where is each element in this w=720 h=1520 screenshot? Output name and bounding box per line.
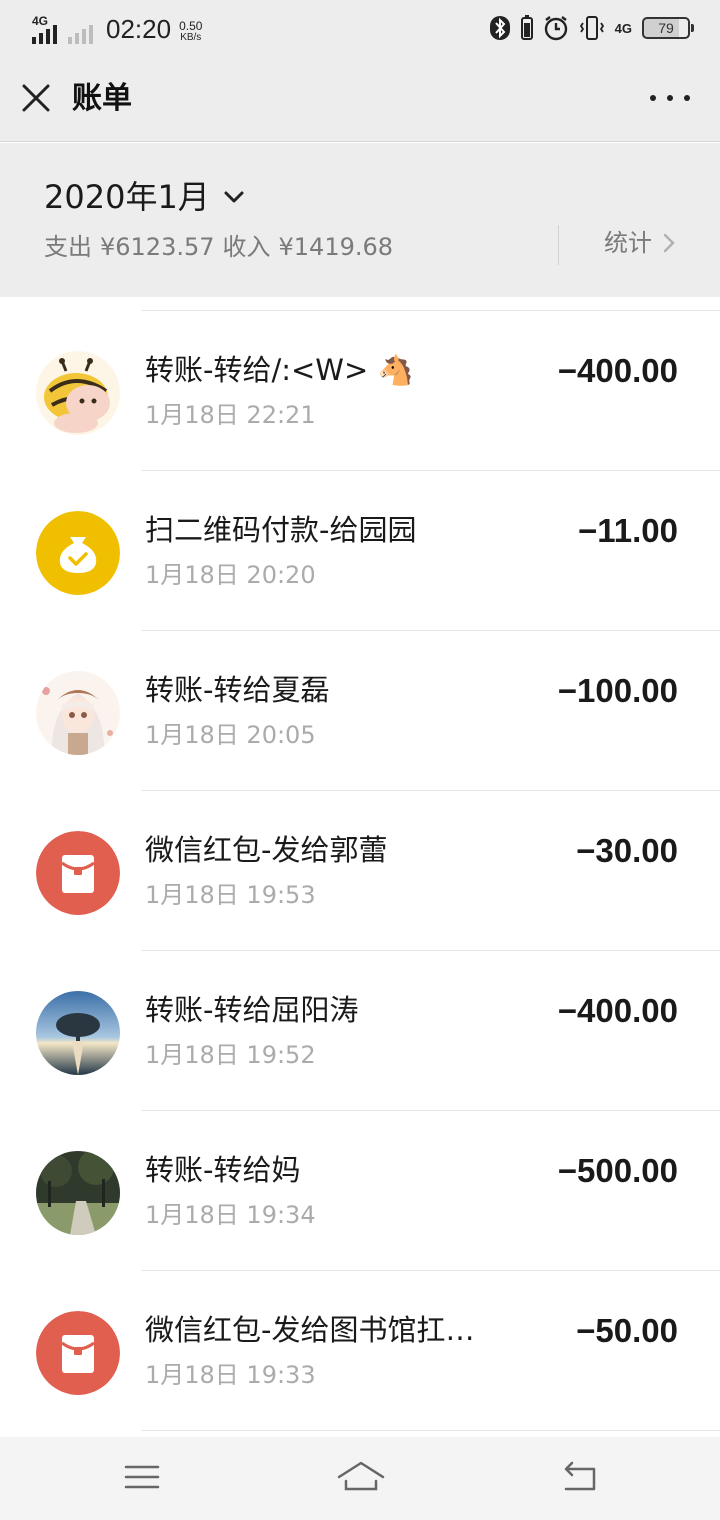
page-title: 账单 <box>72 81 132 116</box>
transaction-title: 微信红包-发给图书馆扛… <box>145 1313 475 1347</box>
transaction-amount: −400.00 <box>557 352 678 389</box>
divider <box>142 1430 720 1431</box>
transaction-amount: −50.00 <box>576 1312 678 1349</box>
stats-label: 统计 <box>604 229 652 257</box>
totals: 支出 ¥6123.57 收入 ¥1419.68 <box>44 231 393 263</box>
transaction-time: 1月18日 22:21 <box>145 401 316 429</box>
income-value: ¥1419.68 <box>278 233 394 261</box>
month-summary: 2020年1月 支出 ¥6123.57 收入 ¥1419.68 统计 <box>0 143 720 297</box>
transaction-title: 转账-转给/:<W> 🐴 <box>145 353 414 387</box>
menu-icon[interactable] <box>122 1457 162 1497</box>
transaction-amount: −500.00 <box>557 1152 678 1189</box>
transaction-time: 1月18日 19:52 <box>145 1041 316 1069</box>
vibrate-battery-icon <box>520 15 533 41</box>
bluetooth-icon <box>489 15 511 41</box>
transaction-row[interactable]: 微信红包-发给郭蕾 1月18日 19:53 −30.00 <box>0 791 720 951</box>
red-packet-icon <box>36 1311 120 1395</box>
status-bar: 4G 02:20 0.50 KB/s 4G 79 <box>0 0 720 56</box>
close-icon[interactable] <box>18 80 54 116</box>
income-label: 收入 <box>222 233 271 261</box>
transaction-amount: −11.00 <box>577 512 678 549</box>
red-packet-icon <box>36 831 120 915</box>
transaction-amount: −30.00 <box>576 832 678 869</box>
money-bag-icon <box>36 511 120 595</box>
cellular-signal-icon: 4G <box>32 14 62 44</box>
transaction-row[interactable]: 转账-转给屈阳涛 1月18日 19:52 −400.00 <box>0 951 720 1111</box>
divider <box>558 225 559 265</box>
secondary-signal-icon <box>68 16 98 44</box>
month-picker[interactable]: 2020年1月 <box>44 177 246 217</box>
transaction-row[interactable]: 转账-转给妈 1月18日 19:34 −500.00 <box>0 1111 720 1271</box>
transaction-title: 转账-转给妈 <box>145 1153 301 1187</box>
more-options-icon[interactable] <box>650 86 690 110</box>
transaction-row[interactable]: 扫二维码付款-给园园 1月18日 20:20 −11.00 <box>0 471 720 631</box>
clock: 02:20 <box>106 14 172 44</box>
transaction-row[interactable]: 转账-转给夏磊 1月18日 20:05 −100.00 <box>0 631 720 791</box>
transaction-amount: −400.00 <box>557 992 678 1029</box>
chevron-right-icon <box>663 233 675 253</box>
transaction-time: 1月18日 19:34 <box>145 1201 316 1229</box>
transaction-time: 1月18日 19:53 <box>145 881 316 909</box>
transaction-time: 1月18日 20:05 <box>145 721 316 749</box>
back-icon[interactable] <box>560 1457 600 1497</box>
network-speed: 0.50 KB/s <box>179 19 203 43</box>
vibration-icon <box>579 15 605 41</box>
transaction-row[interactable]: 微信红包-发给图书馆扛… 1月18日 19:33 −50.00 <box>0 1271 720 1431</box>
transaction-title: 扫二维码付款-给园园 <box>145 513 417 547</box>
transaction-title: 转账-转给夏磊 <box>145 673 330 707</box>
park-photo-avatar <box>36 1151 120 1235</box>
transaction-title: 微信红包-发给郭蕾 <box>145 833 388 867</box>
system-nav-bar <box>0 1437 720 1520</box>
cartoon-bee-avatar <box>36 351 120 435</box>
stats-button[interactable]: 统计 <box>604 227 676 259</box>
transaction-amount: −100.00 <box>557 672 678 709</box>
chevron-down-icon <box>224 191 244 203</box>
transaction-title: 转账-转给屈阳涛 <box>145 993 359 1027</box>
tree-sunset-avatar <box>36 991 120 1075</box>
transaction-time: 1月18日 19:33 <box>145 1361 316 1389</box>
expense-value: ¥6123.57 <box>100 233 215 261</box>
network-type: 4G <box>614 20 632 36</box>
transaction-row[interactable]: 转账-转给/:<W> 🐴 1月18日 22:21 −400.00 <box>0 311 720 471</box>
alarm-icon <box>543 15 569 41</box>
anime-girl-avatar <box>36 671 120 755</box>
battery-icon: 79 <box>642 17 694 39</box>
battery-level: 79 <box>658 20 674 36</box>
home-icon[interactable] <box>336 1457 386 1497</box>
month-label: 2020年1月 <box>44 178 210 216</box>
transaction-list: 转账-转给/:<W> 🐴 1月18日 22:21 −400.00 扫二维码付款-… <box>0 297 720 1437</box>
nav-bar: 账单 <box>0 56 720 142</box>
expense-label: 支出 <box>44 233 92 261</box>
transaction-time: 1月18日 20:20 <box>145 561 316 589</box>
